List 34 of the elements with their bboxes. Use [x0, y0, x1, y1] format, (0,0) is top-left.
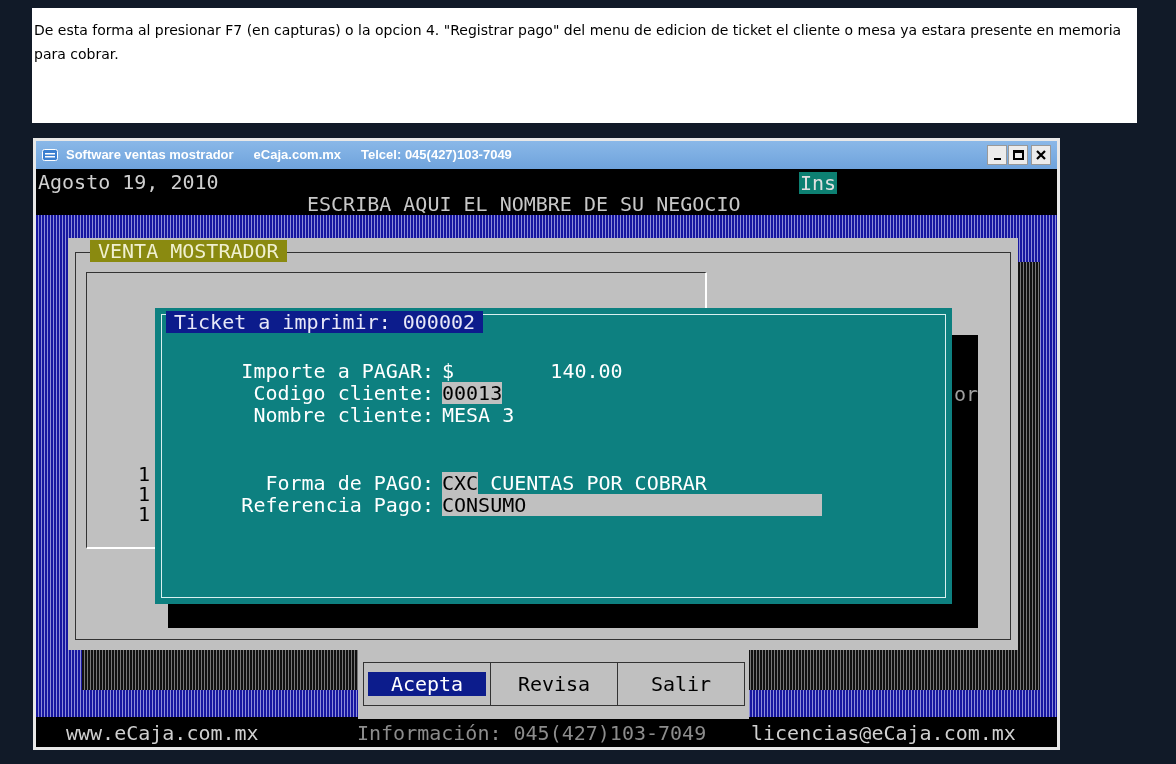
window-title: Software ventas mostrador [66, 146, 234, 165]
window-title: eCaja.com.mx [253, 146, 342, 165]
footer-text: www.eCaja.com.mx [66, 722, 259, 744]
minimize-button[interactable] [987, 145, 1007, 165]
business-name: ESCRIBA AQUI EL NOMBRE DE SU NEGOCIO [307, 193, 741, 215]
column-heading: or [954, 383, 979, 405]
row-number: 1 [138, 484, 151, 504]
panel-title: VENTA MOSTRADOR [90, 240, 287, 262]
field-label: Importe a PAGAR: [240, 360, 434, 382]
field-value: MESA 3 [442, 404, 515, 426]
dialog-button[interactable]: Salir [617, 663, 744, 705]
maximize-button[interactable] [1008, 145, 1028, 165]
dialog-button[interactable]: Revisa [490, 663, 617, 705]
footer-text: Información: 045(427)103-7049 [357, 722, 707, 744]
row-number: 1 [138, 504, 151, 524]
close-button[interactable] [1031, 145, 1051, 165]
window-title: Telcel: 045(427)103-7049 [361, 146, 512, 165]
input-field[interactable]: CONSUMO [442, 494, 822, 516]
window-icon [42, 149, 58, 161]
dialog-title: Ticket a imprimir: 000002 [166, 311, 484, 333]
field-description: CUENTAS POR COBRAR [490, 472, 707, 494]
caption-text: De esta forma al presionar F7 (en capturas) o la opcion 4. "Registrar pago" del menu de edicion de ticket el cliente o mesa ya estara presente en memoria para cobrar. [34, 21, 1123, 64]
row-number: 1 [138, 464, 151, 484]
field-label: Codigo cliente: [253, 382, 434, 404]
date-text: Agosto 19, 2010 [38, 171, 219, 193]
field-value: $ 140.00 [442, 360, 623, 382]
input-field[interactable]: 00013 [442, 382, 503, 404]
insert-mode-indicator: Ins [799, 172, 838, 194]
field-label: Forma de PAGO: [264, 472, 434, 494]
footer-text: licencias@eCaja.com.mx [751, 722, 1016, 744]
field-label: Nombre cliente: [252, 404, 434, 426]
close-icon [1036, 150, 1046, 160]
field-label: Referencia Pago: [240, 494, 434, 516]
input-field[interactable]: CXC [442, 472, 479, 494]
